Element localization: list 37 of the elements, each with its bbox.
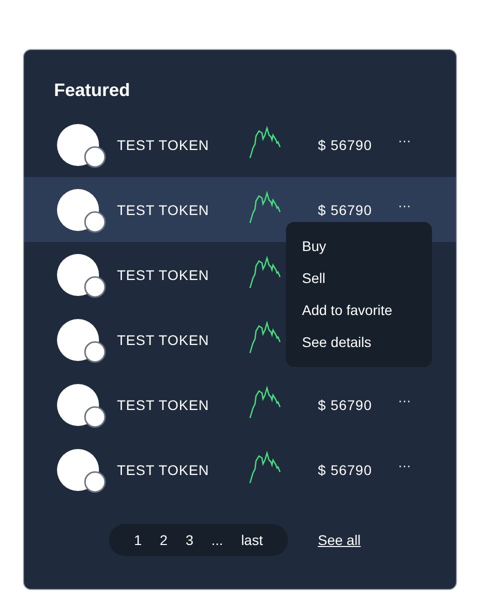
card-title: Featured xyxy=(54,79,130,102)
token-price: $ 56790 xyxy=(318,136,372,155)
page-button[interactable]: ... xyxy=(204,530,230,550)
sparkline-chart xyxy=(249,256,281,290)
token-price: $ 56790 xyxy=(318,461,372,480)
token-price: $ 56790 xyxy=(318,396,372,415)
see-all-link[interactable]: See all xyxy=(318,530,361,550)
token-avatar-icon xyxy=(57,189,107,234)
menu-item[interactable]: Buy xyxy=(286,230,432,262)
menu-item[interactable]: See details xyxy=(286,326,432,359)
token-name: TEST TOKEN xyxy=(117,331,210,350)
token-name: TEST TOKEN xyxy=(117,201,210,220)
token-name: TEST TOKEN xyxy=(117,396,210,415)
token-name: TEST TOKEN xyxy=(117,136,210,155)
token-avatar-icon xyxy=(57,384,107,429)
page-button[interactable]: 1 xyxy=(127,530,149,550)
sparkline-chart xyxy=(249,451,281,485)
sparkline-chart xyxy=(249,191,281,225)
token-avatar-icon xyxy=(57,449,107,494)
more-button[interactable]: ··· xyxy=(398,133,411,149)
sparkline-chart xyxy=(249,321,281,355)
token-avatar-icon xyxy=(57,319,107,364)
page-button[interactable]: last xyxy=(234,530,270,550)
more-button[interactable]: ··· xyxy=(398,393,411,409)
page-button[interactable]: 3 xyxy=(178,530,200,550)
more-button[interactable]: ··· xyxy=(398,458,411,474)
menu-item[interactable]: Sell xyxy=(286,262,432,294)
token-name: TEST TOKEN xyxy=(117,461,210,480)
sparkline-chart xyxy=(249,126,281,160)
menu-item[interactable]: Add to favorite xyxy=(286,294,432,327)
token-avatar-icon xyxy=(57,124,107,169)
token-avatar-icon xyxy=(57,254,107,299)
token-price: $ 56790 xyxy=(318,201,372,220)
page-button[interactable]: 2 xyxy=(152,530,175,550)
token-name: TEST TOKEN xyxy=(117,266,210,285)
more-button[interactable]: ··· xyxy=(398,198,411,214)
sparkline-chart xyxy=(249,386,281,420)
